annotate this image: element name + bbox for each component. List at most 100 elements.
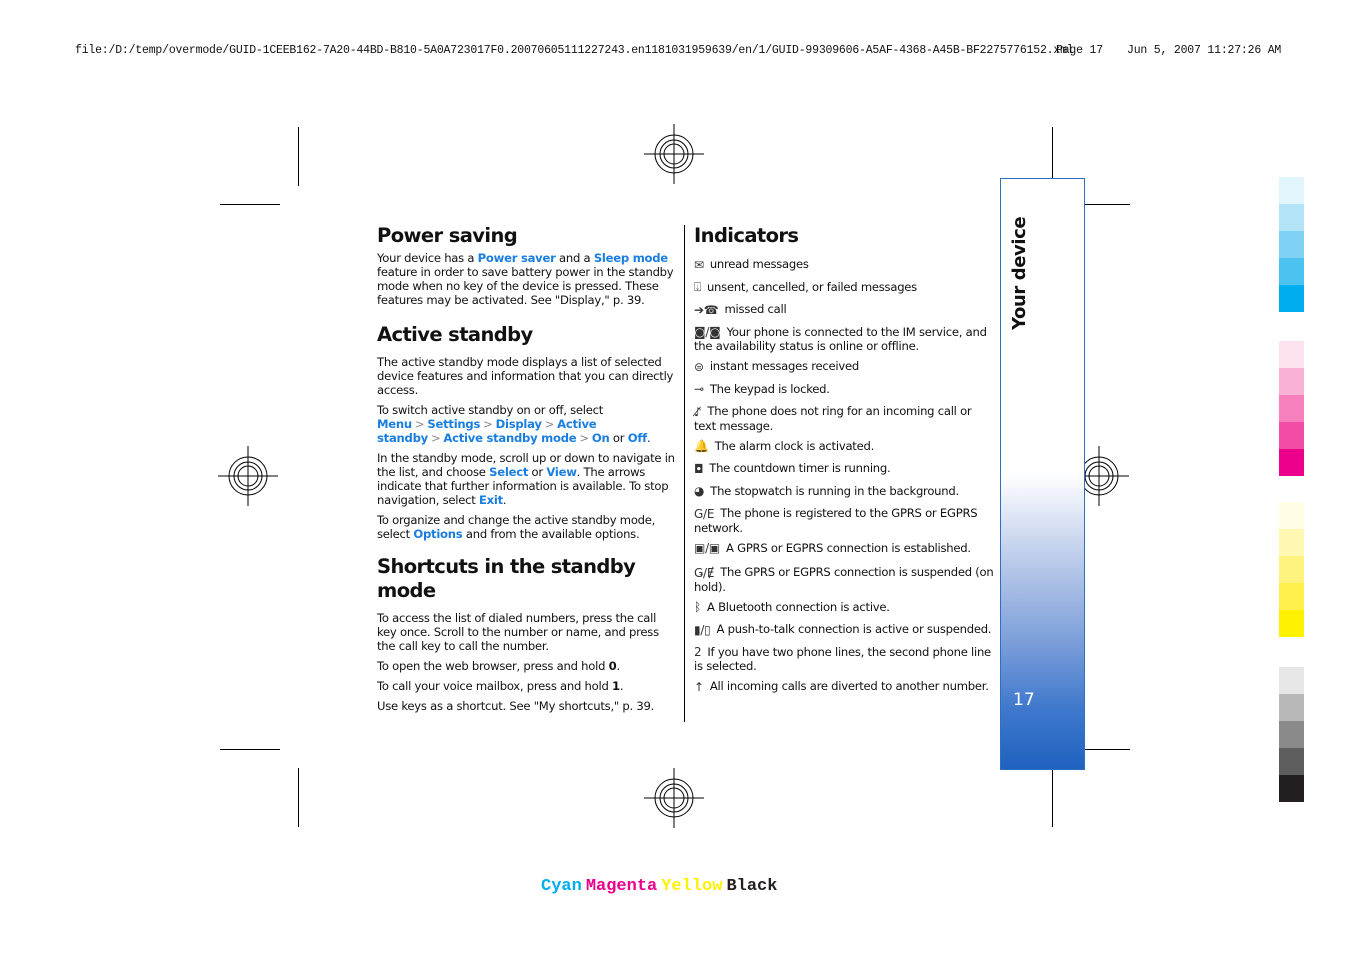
crop-mark: [220, 749, 280, 750]
im-connected-icon: ◙/◙: [694, 325, 721, 339]
on-link[interactable]: On: [592, 431, 610, 445]
instant-message-icon: ⊜: [694, 359, 704, 374]
text: Your device has a: [377, 251, 478, 265]
indicator-text: The phone is registered to the GPRS or E…: [694, 506, 978, 535]
indicator-text: Your phone is connected to the IM servic…: [694, 324, 987, 353]
power-saving-heading: Power saving: [377, 224, 518, 247]
shortcuts-web-browser: To open the web browser, press and hold …: [377, 659, 677, 673]
indicator-item: ◕ The stopwatch is running in the backgro…: [694, 484, 994, 499]
text: To call your voice mailbox, press and ho…: [377, 679, 613, 693]
sleep-mode-link[interactable]: Sleep mode: [594, 251, 668, 265]
color-swatch-magenta: [1279, 449, 1304, 476]
text: To switch active standby on or off, sele…: [377, 403, 604, 417]
color-swatch-cyan: [1279, 231, 1304, 258]
indicator-text: If you have two phone lines, the second …: [694, 644, 991, 673]
color-swatch-magenta: [1279, 368, 1304, 395]
indicator-item: ⍗ unsent, cancelled, or failed messages: [694, 280, 994, 295]
registration-mark-bottom: [644, 768, 704, 828]
gprs-connected-icon: ▣/▣: [694, 541, 720, 555]
off-link[interactable]: Off: [628, 431, 647, 445]
envelope-icon: ✉: [694, 257, 704, 272]
indicator-text: The phone does not ring for an incoming …: [694, 404, 972, 433]
color-swatch-black: [1279, 667, 1304, 694]
indicator-item: ↑ All incoming calls are diverted to anot…: [694, 679, 994, 694]
crop-mark: [220, 204, 280, 205]
indicator-text: All incoming calls are diverted to anoth…: [709, 679, 989, 693]
color-swatch-black: [1279, 694, 1304, 721]
display-link[interactable]: Display: [496, 417, 542, 431]
keypad-lock-icon: ⊸: [694, 382, 704, 396]
shortcuts-dialed-numbers: To access the list of dialed numbers, pr…: [377, 611, 659, 653]
stopwatch-icon: ◕: [694, 484, 705, 498]
shortcuts-voice-mailbox: To call your voice mailbox, press and ho…: [377, 679, 677, 693]
shortcuts-my-shortcuts: Use keys as a shortcut. See "My shortcut…: [377, 699, 655, 713]
select-link[interactable]: Select: [489, 465, 528, 479]
options-link[interactable]: Options: [413, 527, 462, 541]
chevron-right-icon: >: [579, 431, 589, 445]
bluetooth-icon: ᛒ: [694, 600, 701, 614]
page-number: 17: [1013, 690, 1035, 710]
color-swatch-cyan: [1279, 204, 1304, 231]
text: and from the available options.: [462, 527, 640, 541]
active-standby-heading: Active standby: [377, 323, 533, 346]
crop-mark: [298, 127, 299, 186]
cmyk-labels: Cyan Magenta Yellow Black: [541, 877, 781, 896]
settings-link[interactable]: Settings: [427, 417, 480, 431]
exit-link[interactable]: Exit: [479, 493, 503, 507]
print-page-label: Page 17: [1056, 44, 1103, 57]
text: To open the web browser, press and hold: [377, 659, 609, 673]
registration-mark-top: [644, 124, 704, 184]
active-standby-navigate: In the standby mode, scroll up or down t…: [377, 451, 677, 507]
active-standby-mode-link[interactable]: Active standby mode: [443, 431, 576, 445]
color-swatch-yellow: [1279, 502, 1304, 529]
indicator-item: Ǥ/Ɇ The GPRS or EGPRS connection is suspe…: [694, 565, 994, 594]
indicator-item: G/E The phone is registered to the GPRS o…: [694, 506, 994, 535]
push-to-talk-icon: ▮/▯: [694, 622, 711, 637]
indicator-text: A push-to-talk connection is active or s…: [716, 622, 992, 636]
text: or: [528, 465, 547, 479]
color-swatch-black: [1279, 748, 1304, 775]
cmyk-label-cyan: Cyan: [541, 877, 582, 896]
indicator-item: ♪̸ The phone does not ring for an incomin…: [694, 404, 994, 433]
indicator-text: unsent, cancelled, or failed messages: [706, 279, 917, 294]
gprs-registered-icon: G/E: [694, 506, 715, 521]
color-swatch-yellow: [1279, 583, 1304, 610]
indicator-item: ▮/▯ A push-to-talk connection is active o…: [694, 622, 994, 637]
missed-call-icon: ➔☎: [694, 302, 719, 317]
chevron-right-icon: >: [544, 417, 555, 431]
indicator-text: unread messages: [709, 257, 809, 271]
color-swatch-cyan: [1279, 177, 1304, 204]
view-link[interactable]: View: [546, 465, 577, 479]
left-column: Power saving Your device has a Power sav…: [377, 224, 677, 713]
indicator-text: The keypad is locked.: [709, 381, 830, 396]
color-swatch-yellow: [1279, 529, 1304, 556]
text: .: [619, 679, 624, 693]
countdown-timer-icon: ◘: [694, 461, 704, 476]
color-swatch-cyan: [1279, 285, 1304, 312]
chapter-title: Your device: [1009, 216, 1030, 330]
indicator-item: ⊜ instant messages received: [694, 359, 994, 374]
color-swatch-yellow: [1279, 610, 1304, 637]
indicator-text: A Bluetooth connection is active.: [706, 599, 890, 614]
cmyk-label-yellow: Yellow: [661, 877, 723, 896]
registration-mark-left: [218, 446, 278, 506]
active-standby-intro: The active standby mode displays a list …: [377, 355, 674, 397]
indicator-text: The countdown timer is running.: [709, 461, 891, 475]
menu-link[interactable]: Menu: [377, 417, 412, 431]
indicator-item: ➔☎ missed call: [694, 302, 994, 317]
text: .: [616, 659, 620, 673]
indicator-text: The alarm clock is activated.: [714, 438, 875, 453]
shortcuts-heading: Shortcuts in the standby mode: [377, 555, 636, 602]
crop-mark: [1052, 768, 1053, 827]
power-saver-link[interactable]: Power saver: [478, 251, 556, 265]
indicator-item: ◙/◙ Your phone is connected to the IM ser…: [694, 325, 994, 354]
text: feature in order to save battery power i…: [377, 265, 674, 307]
indicator-item: ▣/▣ A GPRS or EGPRS connection is establi…: [694, 541, 994, 556]
indicator-item: 2 If you have two phone lines, the second…: [694, 645, 994, 674]
indicator-item: ⊸ The keypad is locked.: [694, 382, 994, 397]
alarm-bell-icon: 🔔: [694, 439, 709, 453]
second-line-icon: 2: [694, 645, 702, 659]
key-one: 1: [612, 679, 620, 693]
column-divider: [684, 225, 685, 722]
text: and a: [555, 251, 594, 265]
